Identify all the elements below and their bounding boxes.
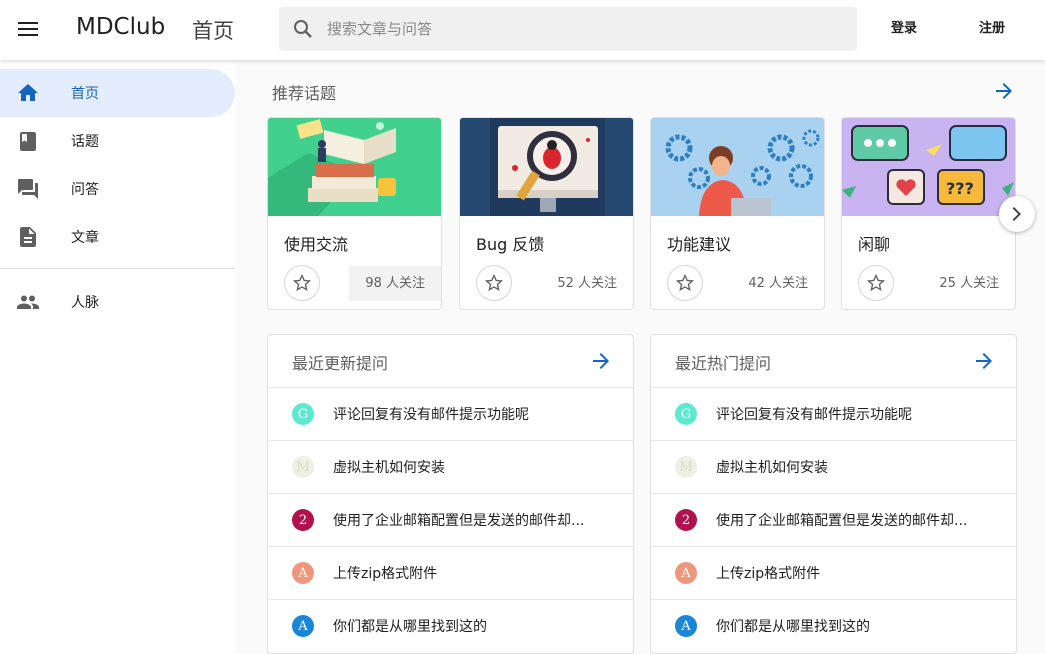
card-header: 最近更新提问 (268, 335, 633, 388)
recommended-topics-title: 推荐话题 (272, 84, 337, 103)
question-title: 你们都是从哪里找到这的 (333, 619, 487, 635)
menu-icon[interactable] (14, 15, 42, 43)
login-button[interactable]: 登录 (877, 14, 931, 44)
brand-logo[interactable]: MDClub (76, 14, 165, 40)
list-item[interactable]: A 上传zip格式附件 (268, 547, 633, 600)
list-item[interactable]: 2 使用了企业邮箱配置但是发送的邮件却... (651, 494, 1016, 547)
sidebar-item-label: 问答 (71, 182, 99, 198)
question-title: 上传zip格式附件 (716, 566, 821, 582)
sidebar-item-label: 话题 (71, 134, 99, 150)
list-item[interactable]: A 你们都是从哪里找到这的 (268, 600, 633, 653)
topic-name: 使用交流 (284, 235, 349, 254)
question-title: 评论回复有没有邮件提示功能呢 (333, 407, 529, 423)
search-bar[interactable] (279, 7, 857, 51)
arrow-forward-icon[interactable] (992, 79, 1016, 103)
avatar: 2 (292, 509, 314, 531)
card-title: 最近更新提问 (292, 354, 389, 373)
topic-card[interactable]: 功能建议 42 人关注 (650, 117, 825, 310)
question-title: 使用了企业邮箱配置但是发送的邮件却... (716, 513, 968, 529)
list-item[interactable]: 2 使用了企业邮箱配置但是发送的邮件却... (268, 494, 633, 547)
avatar: A (292, 615, 314, 637)
page-title: 首页 (192, 19, 234, 43)
question-title: 使用了企业邮箱配置但是发送的邮件却... (333, 513, 585, 529)
avatar: A (675, 615, 697, 637)
recent-questions-card: 最近更新提问 G 评论回复有没有邮件提示功能呢 M 虚拟主机如何安装 2 使用了… (267, 334, 634, 654)
sidebar-item-articles[interactable]: 文章 (0, 213, 235, 261)
card-header: 最近热门提问 (651, 335, 1016, 388)
search-icon (291, 17, 315, 41)
avatar: M (292, 456, 314, 478)
gears-illustration (651, 118, 824, 216)
register-button[interactable]: 注册 (965, 14, 1019, 44)
forum-icon (17, 178, 39, 200)
list-item[interactable]: G 评论回复有没有邮件提示功能呢 (651, 388, 1016, 441)
avatar: M (675, 456, 697, 478)
list-item[interactable]: G 评论回复有没有邮件提示功能呢 (268, 388, 633, 441)
nav-divider (0, 268, 235, 269)
sidebar-item-home[interactable]: 首页 (0, 69, 235, 117)
list-item[interactable]: M 虚拟主机如何安装 (651, 441, 1016, 494)
card-title: 最近热门提问 (675, 354, 772, 373)
avatar: A (675, 562, 697, 584)
follower-count: 42 人关注 (748, 276, 808, 291)
question-title: 评论回复有没有邮件提示功能呢 (716, 407, 912, 423)
star-icon[interactable] (667, 265, 703, 301)
question-title: 上传zip格式附件 (333, 566, 438, 582)
list-item[interactable]: A 上传zip格式附件 (651, 547, 1016, 600)
question-title: 虚拟主机如何安装 (716, 460, 828, 476)
sidebar-item-label: 人脉 (71, 295, 99, 311)
avatar: G (292, 403, 314, 425)
avatar: G (675, 403, 697, 425)
home-icon (17, 82, 39, 104)
star-icon[interactable] (284, 265, 320, 301)
question-title: 你们都是从哪里找到这的 (716, 619, 870, 635)
bug-magnifier-illustration (460, 118, 633, 216)
chat-bubbles-illustration: ??? (842, 118, 1015, 216)
article-icon (17, 226, 39, 248)
topic-card[interactable]: 使用交流 98 人关注 (267, 117, 442, 310)
follower-count: 25 人关注 (939, 276, 999, 291)
people-icon (17, 291, 39, 313)
topic-card[interactable]: ??? 闲聊 25 人关注 (841, 117, 1016, 310)
avatar: 2 (675, 509, 697, 531)
svg-text:???: ??? (946, 179, 974, 198)
book-icon (17, 130, 39, 152)
sidebar-item-people[interactable]: 人脉 (0, 278, 235, 326)
star-icon[interactable] (476, 265, 512, 301)
nav-drawer: 首页 话题 问答 文章 人脉 (0, 60, 236, 654)
topic-name: 功能建议 (667, 235, 732, 254)
arrow-forward-icon[interactable] (972, 349, 996, 373)
avatar: A (292, 562, 314, 584)
app-bar: MDClub 首页 登录 注册 (0, 0, 1045, 60)
topic-name: 闲聊 (858, 235, 891, 254)
list-item[interactable]: M 虚拟主机如何安装 (268, 441, 633, 494)
sidebar-item-questions[interactable]: 问答 (0, 165, 235, 213)
hot-questions-card: 最近热门提问 G 评论回复有没有邮件提示功能呢 M 虚拟主机如何安装 2 使用了… (650, 334, 1017, 654)
topic-name: Bug 反馈 (476, 235, 545, 254)
topic-card[interactable]: Bug 反馈 52 人关注 (459, 117, 634, 310)
search-input[interactable] (327, 20, 827, 38)
sidebar-item-topics[interactable]: 话题 (0, 117, 235, 165)
sidebar-item-label: 首页 (71, 86, 99, 102)
sidebar-item-label: 文章 (71, 230, 99, 246)
chevron-right-icon[interactable] (999, 196, 1035, 232)
follower-count: 52 人关注 (557, 276, 617, 291)
follower-count: 98 人关注 (349, 266, 441, 301)
arrow-forward-icon[interactable] (589, 349, 613, 373)
books-illustration (268, 118, 441, 216)
question-title: 虚拟主机如何安装 (333, 460, 445, 476)
star-icon[interactable] (858, 265, 894, 301)
list-item[interactable]: A 你们都是从哪里找到这的 (651, 600, 1016, 653)
